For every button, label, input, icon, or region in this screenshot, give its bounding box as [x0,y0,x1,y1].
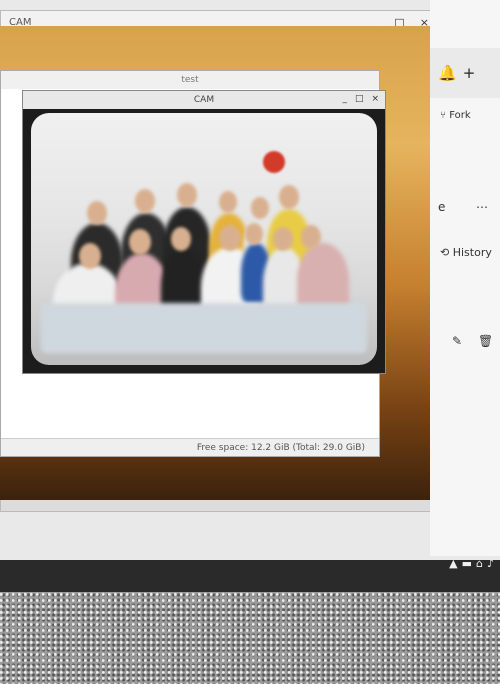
fork-label: Fork [449,110,471,121]
person-head [301,225,321,249]
person-head [219,225,241,251]
cam-close-button[interactable]: × [371,94,379,104]
person-head [171,227,191,251]
file-manager-statusbar: Free space: 12.2 GiB (Total: 29.0 GiB) [1,438,379,456]
plus-icon[interactable]: + [463,64,476,82]
file-manager-titlebar[interactable]: test [1,71,379,89]
network-icon[interactable]: ⌂ [476,557,483,570]
browser-pane: 🔔 + ⑂ Fork e ⋯ ⟲ History ✎ 🗑 [430,0,500,556]
cam-window: CAM _ □ × [22,90,386,374]
free-space-label: Free space: 12.2 GiB (Total: 29.0 GiB) [196,442,365,453]
person-head [273,227,293,251]
trash-icon[interactable]: 🗑 [478,334,493,348]
arrow-up-icon[interactable]: ▲ [449,557,457,570]
ellipsis-icon[interactable]: ⋯ [476,200,488,214]
cam-titlebar[interactable]: CAM _ □ × [23,91,385,109]
cam-maximize-button[interactable]: □ [355,94,364,104]
file-manager-title: test [181,75,199,85]
partial-text: e [438,200,446,214]
person-head [87,201,107,225]
person-head [129,229,151,255]
pencil-icon[interactable]: ✎ [452,334,462,348]
desktop-screen: CAM _ □ × test Free space: 12.2 GiB (Tot… [0,0,500,560]
person-head [79,243,101,269]
browser-toolbar: 🔔 + [430,48,500,98]
red-lantern [263,151,285,173]
history-button[interactable]: ⟲ History [440,246,492,259]
volume-icon[interactable]: ♪ [487,557,494,570]
person-head [177,183,197,207]
cam-minimize-button[interactable]: _ [342,94,347,104]
history-label: History [452,246,492,259]
camera-preview [31,113,377,365]
person-head [279,185,299,209]
folder-icon[interactable]: ▬ [462,557,472,570]
desk-surface [0,592,500,684]
person-head [251,197,269,219]
system-tray: ▲ ▬ ⌂ ♪ [424,548,500,578]
fork-button[interactable]: ⑂ Fork [440,110,471,121]
dining-table [41,303,367,353]
person-head [245,223,263,245]
person-head [135,189,155,213]
bell-icon[interactable]: 🔔 [438,64,457,82]
person-head [219,191,237,213]
cam-title: CAM [193,95,215,105]
